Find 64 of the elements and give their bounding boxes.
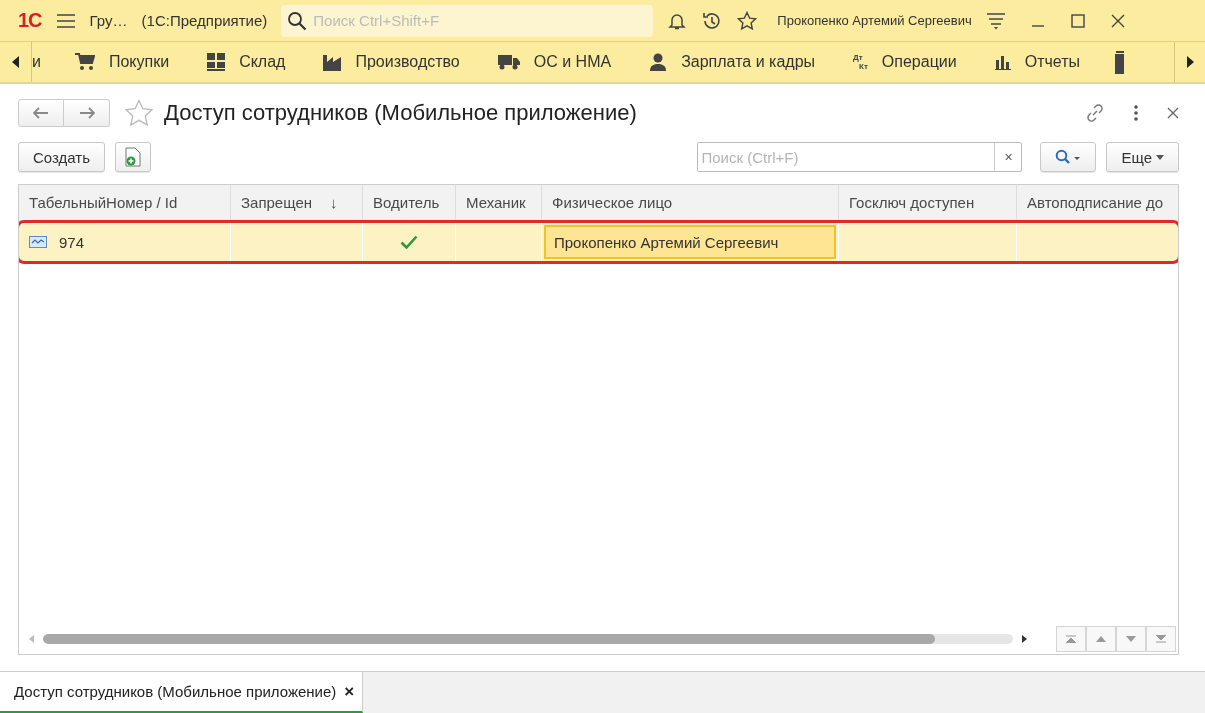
scroll-right-icon[interactable] [1021, 635, 1027, 643]
close-tab-button[interactable]: × [344, 681, 355, 702]
section-item[interactable]: Производство [323, 53, 460, 71]
down-triangle-icon [1126, 636, 1136, 642]
section-item[interactable]: Отчеты [994, 53, 1080, 71]
link-icon[interactable] [1085, 103, 1105, 123]
factory-icon [323, 53, 342, 71]
clear-search-button[interactable]: × [994, 143, 1022, 171]
app-logo[interactable]: 1С [18, 9, 42, 32]
section-item[interactable]: Склад [207, 53, 286, 71]
user-name[interactable]: Прокопенко Артемий Сергеевич [777, 13, 972, 28]
truck-icon [497, 54, 520, 70]
table-row[interactable]: 974 Прокопенко Артемий Сергеевич [19, 223, 1178, 261]
section-item[interactable]: Зарплата и кадры [649, 53, 816, 71]
right-arrow-icon [78, 107, 95, 119]
first-row-button[interactable] [1056, 626, 1086, 652]
forward-button[interactable] [64, 99, 110, 127]
scroll-right-icon[interactable] [1186, 56, 1194, 68]
caret-icon [1156, 154, 1164, 160]
section-item[interactable]: Дт Кт Операции [853, 53, 957, 71]
column-header[interactable]: Автоподписание до [1017, 185, 1178, 220]
search-icon [1055, 149, 1082, 165]
person-icon [649, 53, 668, 71]
more-button[interactable]: Еще [1106, 142, 1179, 172]
filter-menu-icon[interactable] [985, 11, 1006, 30]
add-document-icon [125, 147, 141, 167]
close-icon[interactable] [1109, 12, 1126, 29]
maximize-icon[interactable] [1069, 12, 1086, 29]
first-icon [1066, 635, 1076, 643]
section-item[interactable]: Покупки [74, 53, 170, 71]
search-box[interactable]: Поиск (Ctrl+F) × [697, 142, 1023, 172]
search-options-button[interactable] [1040, 142, 1097, 172]
table-cell: 974 [19, 223, 231, 261]
last-row-button[interactable] [1146, 626, 1176, 652]
global-search-box[interactable]: Поиск Ctrl+Shift+F [281, 4, 654, 37]
close-icon[interactable] [1167, 107, 1179, 119]
cart-icon [74, 53, 95, 71]
create-button[interactable]: Создать [18, 142, 105, 172]
back-button[interactable] [18, 99, 64, 127]
form-title: Доступ сотрудников (Мобильное приложение) [164, 100, 637, 126]
scroll-left-icon[interactable] [12, 56, 20, 68]
global-search-field[interactable]: Поиск Ctrl+Shift+F [311, 11, 648, 30]
more-icon[interactable] [1133, 105, 1139, 121]
section-item[interactable]: и [32, 53, 41, 71]
favorite-star-icon[interactable] [124, 99, 154, 127]
bar-chart-icon [994, 54, 1011, 70]
menu-icon[interactable] [55, 12, 76, 29]
up-triangle-icon [1096, 636, 1106, 642]
grid-icon [207, 53, 226, 71]
app-title: Гру… [89, 12, 128, 29]
search-icon [287, 10, 308, 31]
left-arrow-icon [33, 107, 49, 119]
open-window-tab[interactable]: Доступ сотрудников (Мобильное приложение) × [0, 672, 364, 713]
record-icon [29, 236, 47, 248]
horizontal-scrollbar[interactable] [43, 634, 1013, 644]
debit-credit-icon: Дт Кт [853, 53, 868, 71]
previous-row-button[interactable] [1086, 626, 1116, 652]
app-name: (1С:Предприятие) [141, 12, 268, 29]
create-copy-button[interactable] [115, 142, 151, 172]
star-icon[interactable] [737, 10, 758, 31]
next-row-button[interactable] [1116, 626, 1146, 652]
section-item[interactable]: ОС и НМА [497, 53, 612, 71]
table-cell[interactable]: Прокопенко Артемий Сергеевич [544, 225, 836, 259]
last-icon [1156, 635, 1166, 643]
